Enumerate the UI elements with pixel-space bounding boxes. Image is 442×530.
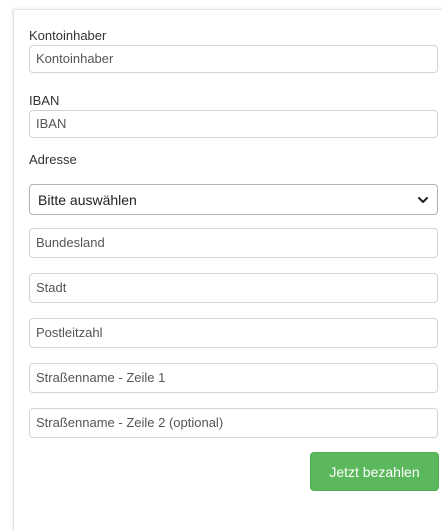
state-input[interactable]: Bundesland — [29, 228, 438, 258]
iban-input[interactable]: IBAN — [29, 110, 438, 138]
street-line2-input[interactable]: Straßenname - Zeile 2 (optional) — [29, 408, 438, 438]
chevron-down-icon — [417, 194, 429, 206]
street-line2-placeholder: Straßenname - Zeile 2 (optional) — [36, 415, 224, 430]
pay-now-button[interactable]: Jetzt bezahlen — [310, 452, 439, 491]
address-select-value: Bitte auswählen — [38, 191, 137, 208]
city-input[interactable]: Stadt — [29, 273, 438, 303]
city-placeholder: Stadt — [36, 280, 67, 295]
postal-code-placeholder: Postleitzahl — [36, 325, 103, 340]
iban-label: IBAN — [29, 93, 60, 108]
account-holder-label: Kontoinhaber — [29, 28, 107, 43]
postal-code-input[interactable]: Postleitzahl — [29, 318, 438, 348]
street-line1-placeholder: Straßenname - Zeile 1 — [36, 370, 166, 385]
account-holder-placeholder: Kontoinhaber — [36, 51, 114, 66]
address-label: Adresse — [29, 152, 77, 167]
street-line1-input[interactable]: Straßenname - Zeile 1 — [29, 363, 438, 393]
state-placeholder: Bundesland — [36, 235, 105, 250]
address-select[interactable]: Bitte auswählen — [29, 184, 438, 215]
iban-placeholder: IBAN — [36, 116, 67, 131]
account-holder-input[interactable]: Kontoinhaber — [29, 45, 438, 73]
